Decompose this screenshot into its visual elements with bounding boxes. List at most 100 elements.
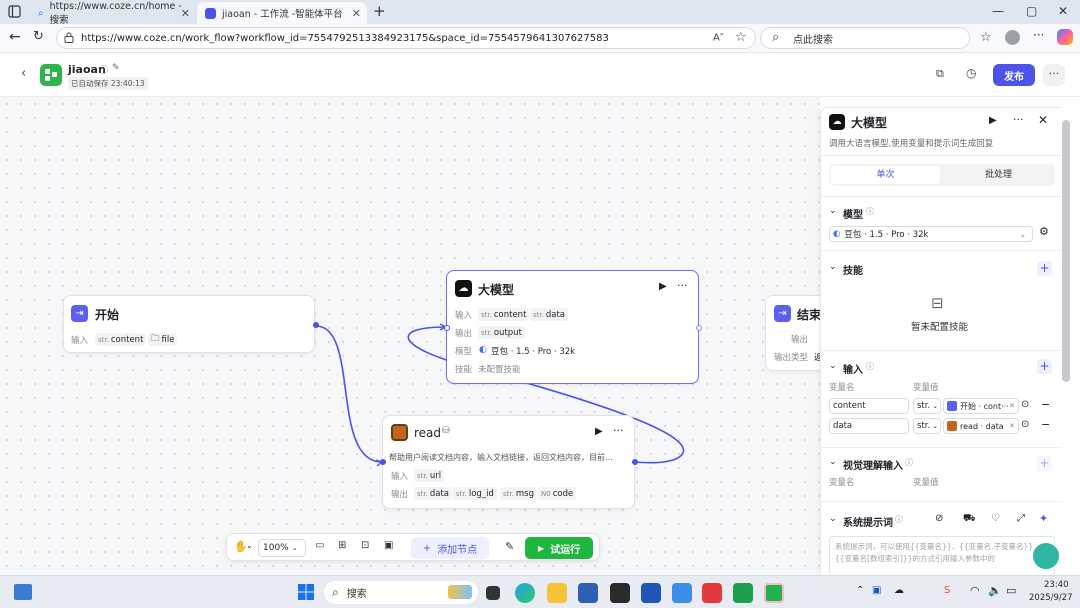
history-icon[interactable]: ◷ (966, 66, 976, 80)
copy-icon[interactable]: ⧉ (936, 67, 944, 81)
llm-node[interactable]: ☁ 大模型 ▶ ··· 输入 str. content str. data 输出 s… (444, 270, 702, 384)
variable-picker-icon[interactable]: ⊙ (1021, 399, 1029, 410)
clock-time[interactable]: 23:40 (1044, 580, 1069, 590)
node-more-icon[interactable]: ··· (677, 279, 688, 292)
var-name-input[interactable]: data (829, 418, 909, 434)
run-node-icon[interactable]: ▶ (659, 281, 667, 292)
tray-app-icon[interactable]: ▣ (872, 585, 881, 596)
workflow-canvas[interactable]: ⇥ 开始 输入 str. content 🗀 file ☁ 大模型 ▶ ··· 输入… (0, 97, 845, 575)
maximize-icon[interactable]: ▢ (1026, 4, 1037, 18)
read-aloud-icon[interactable]: A» (713, 31, 724, 43)
app-word-icon[interactable] (641, 583, 661, 603)
copilot-icon[interactable] (1057, 29, 1073, 45)
read-plugin-node[interactable]: read ⛁ ▶ ··· 帮助用户阅读文档内容，输入文档链接，返回文档内容，目前… (380, 415, 638, 509)
tab-single[interactable]: 单次 (831, 166, 940, 184)
favorite-star-icon[interactable]: ☆ (735, 30, 747, 45)
file-explorer-icon[interactable] (547, 583, 567, 603)
prompt-optimize-icon[interactable]: ⊘ (935, 513, 943, 524)
clear-icon[interactable]: ✕ (1009, 402, 1015, 410)
task-view-icon[interactable] (486, 586, 500, 600)
tray-cloud-icon[interactable]: ☁ (894, 585, 904, 596)
var-ref-select[interactable]: read · data ✕ (943, 418, 1019, 434)
read-input-port[interactable] (380, 459, 386, 465)
layout-icon[interactable]: ⊞ (338, 540, 346, 551)
zoom-select[interactable]: 100% ⌄ (258, 539, 306, 557)
taskbar-search-field[interactable]: ⌕ 搜索 (324, 581, 478, 604)
panel-run-icon[interactable]: ▶ (989, 115, 997, 126)
var-type-select[interactable]: str. ⌄ (913, 418, 941, 434)
close-tab-icon[interactable]: ✕ (352, 7, 361, 20)
new-tab-button[interactable]: + (373, 2, 386, 20)
tray-expand-icon[interactable]: ⌃ (856, 585, 864, 596)
tab-batch[interactable]: 批处理 (944, 166, 1053, 184)
system-prompt-textarea[interactable]: 系统提示词，可以使用{{变量名}}、{{变量名.子变量名}}、{{变量名[数组索… (829, 536, 1055, 575)
remove-var-icon[interactable]: − (1041, 418, 1050, 431)
start-node[interactable]: ⇥ 开始 输入 str. content 🗀 file (63, 295, 319, 353)
ai-generate-icon[interactable]: ✦ (1039, 512, 1048, 525)
info-icon[interactable]: ⓘ (866, 361, 874, 372)
clear-icon[interactable]: ✕ (1009, 422, 1015, 430)
model-settings-icon[interactable]: ⚙ (1039, 225, 1049, 238)
info-icon[interactable]: ⓘ (866, 206, 874, 217)
store-icon[interactable] (578, 583, 598, 603)
tab-bing-search[interactable]: ⌕ https://www.coze.cn/home - 搜索 ✕ (30, 1, 196, 26)
minimize-icon[interactable]: — (992, 4, 1004, 18)
back-chevron-icon[interactable]: ‹ (21, 66, 26, 81)
panel-more-icon[interactable]: ··· (1013, 113, 1024, 126)
collapse-chevron-icon[interactable]: ⌄ (829, 262, 837, 272)
info-icon[interactable]: ⓘ (895, 514, 903, 525)
read-output-port[interactable] (632, 459, 638, 465)
search-field[interactable]: ⌕ 点此搜索 (760, 27, 970, 49)
assistant-mascot-icon[interactable] (1031, 541, 1061, 571)
info-icon[interactable]: ⓘ (99, 63, 108, 76)
add-vision-input-button[interactable]: + (1037, 456, 1052, 471)
volume-icon[interactable]: 🔈 (988, 584, 1002, 597)
start-menu-icon[interactable] (298, 584, 314, 603)
panel-close-icon[interactable]: ✕ (1038, 113, 1048, 127)
add-skill-button[interactable]: + (1037, 261, 1052, 276)
comment-icon[interactable]: ▭ (315, 540, 324, 551)
tab-actions-icon[interactable] (8, 5, 21, 18)
run-node-icon[interactable]: ▶ (595, 426, 603, 437)
panel-scrollbar[interactable] (1062, 120, 1070, 382)
url-field[interactable]: https://www.coze.cn/work_flow?workflow_i… (56, 27, 756, 49)
info-icon[interactable]: ⓘ (905, 457, 913, 468)
llm-output-port[interactable] (696, 325, 702, 331)
edit-icon[interactable]: ✎ (112, 63, 120, 73)
var-ref-select[interactable]: 开始 · cont··· ✕ (943, 398, 1019, 414)
wps-icon[interactable] (702, 583, 722, 603)
edge-browser-icon[interactable] (515, 583, 535, 603)
more-options-button[interactable]: ··· (1043, 64, 1065, 86)
app-blue-icon[interactable] (672, 583, 692, 603)
var-type-select[interactable]: str. ⌄ (913, 398, 941, 414)
wechat-icon[interactable] (764, 583, 784, 603)
test-run-button[interactable]: ▶ 试运行 (525, 537, 593, 559)
clock-date[interactable]: 2025/9/27 (1029, 593, 1073, 603)
profile-avatar[interactable] (1005, 30, 1020, 45)
chevron-down-icon[interactable]: ⌄ (246, 541, 253, 550)
close-tab-icon[interactable]: ✕ (181, 7, 190, 20)
expand-icon[interactable]: ⤢ (1017, 513, 1025, 524)
add-input-button[interactable]: + (1037, 359, 1052, 374)
debug-icon[interactable]: ✎ (505, 540, 514, 553)
model-select[interactable]: ◐ 豆包 · 1.5 · Pro · 32k ⌄ (829, 226, 1033, 242)
var-name-input[interactable]: content (829, 398, 909, 414)
favorites-icon[interactable]: ☆ (980, 30, 992, 45)
widgets-icon[interactable] (14, 584, 32, 600)
tab-coze-workflow[interactable]: jiaoan - 工作流 -智能体平台 ✕ (197, 2, 367, 24)
app-cube-icon[interactable] (610, 583, 630, 603)
back-icon[interactable]: ← (9, 29, 21, 45)
prompt-library-icon[interactable]: ⛟ (963, 513, 976, 526)
close-window-icon[interactable]: ✕ (1058, 4, 1068, 18)
add-node-button[interactable]: + 添加节点 (411, 537, 489, 559)
image-icon[interactable]: ⊡ (361, 540, 369, 551)
app-green-icon[interactable] (733, 583, 753, 603)
prompt-tips-icon[interactable]: ♡ (991, 513, 1000, 524)
remove-var-icon[interactable]: − (1041, 398, 1050, 411)
more-icon[interactable]: ··· (1033, 28, 1044, 42)
variable-picker-icon[interactable]: ⊙ (1021, 419, 1029, 430)
node-more-icon[interactable]: ··· (613, 424, 624, 437)
collapse-chevron-icon[interactable]: ⌄ (829, 514, 837, 524)
collapse-chevron-icon[interactable]: ⌄ (829, 361, 837, 371)
refresh-icon[interactable]: ↻ (33, 29, 44, 44)
